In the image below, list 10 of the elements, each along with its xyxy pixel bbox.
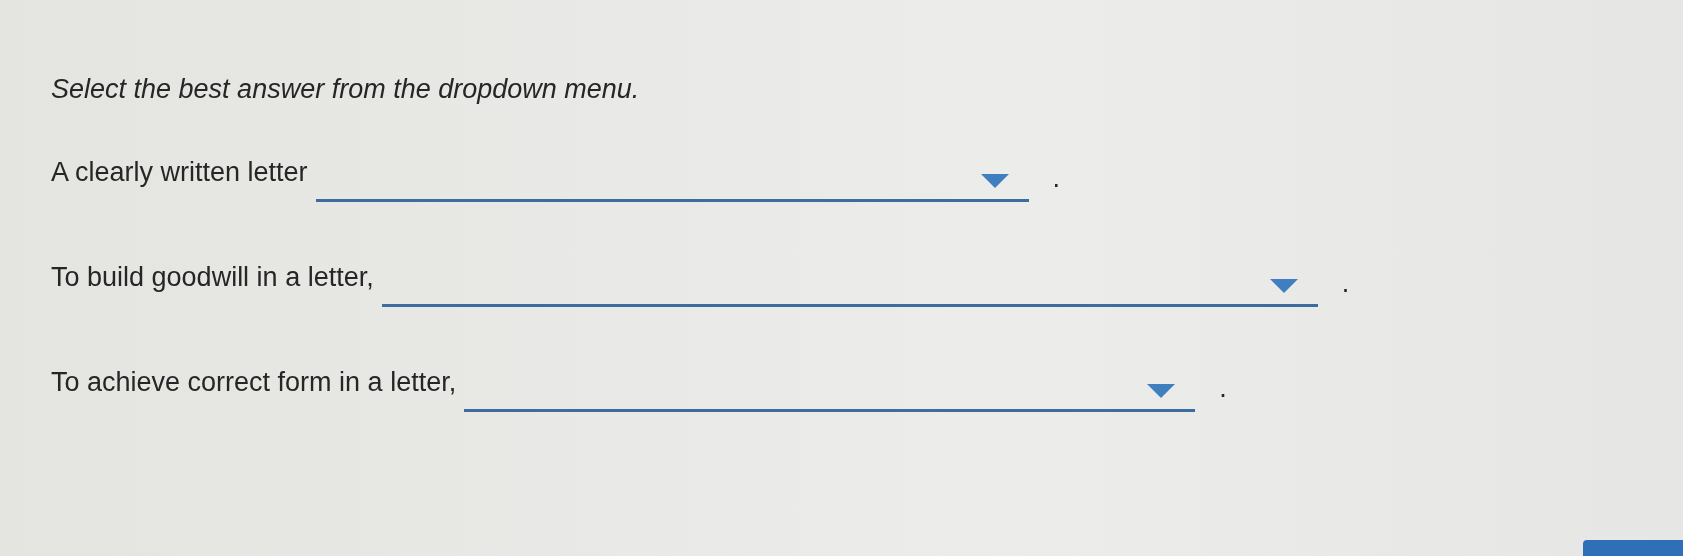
- instruction-text: Select the best answer from the dropdown menu.: [51, 74, 641, 105]
- period-text: .: [1340, 268, 1350, 300]
- question-text: To achieve correct form in a letter,: [51, 367, 457, 399]
- period-text: .: [1218, 373, 1227, 405]
- question-text: To build goodwill in a letter,: [51, 262, 374, 294]
- period-text: .: [1051, 163, 1061, 195]
- caret-icon: [1147, 383, 1176, 398]
- caret-icon: [1269, 278, 1298, 293]
- question-text: A clearly written letter: [51, 157, 308, 189]
- caret-icon: [980, 173, 1009, 188]
